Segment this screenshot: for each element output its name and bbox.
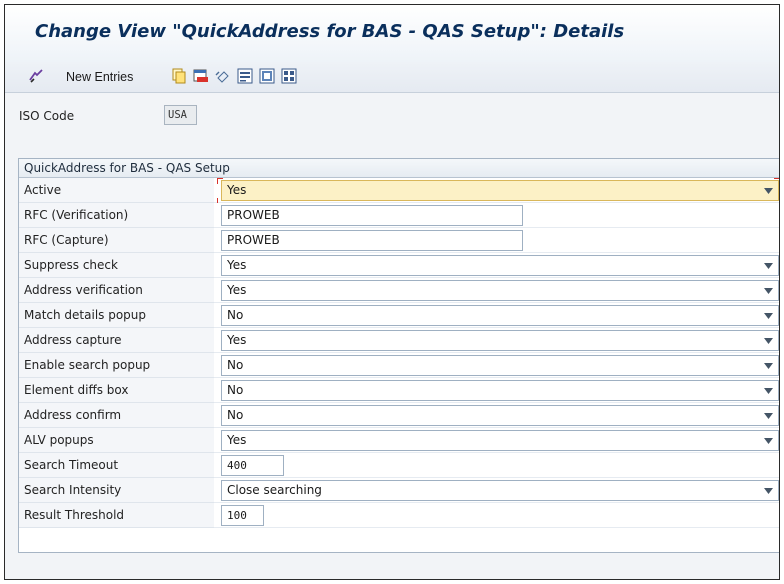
chevron-down-icon[interactable]: [764, 338, 773, 344]
chevron-down-icon[interactable]: [764, 363, 773, 369]
chevron-down-icon[interactable]: [764, 313, 773, 319]
address-capture-dropdown[interactable]: Yes: [221, 330, 779, 351]
label-address-confirm: Address confirm: [19, 403, 214, 428]
copy-icon[interactable]: [171, 68, 187, 84]
deselect-all-icon[interactable]: [281, 68, 297, 84]
active-value: Yes: [227, 183, 247, 197]
focus-corner-top-left: [217, 178, 223, 184]
page-title: Change View "QuickAddress for BAS - QAS …: [35, 21, 625, 42]
new-entries-button[interactable]: New Entries: [66, 70, 133, 84]
search-intensity-value: Close searching: [227, 483, 322, 497]
label-element-diffs-box: Element diffs box: [19, 378, 214, 403]
group-header: QuickAddress for BAS - QAS Setup: [19, 159, 779, 178]
search-timeout-input[interactable]: 400: [221, 455, 284, 476]
match-details-popup-value: No: [227, 308, 244, 322]
undo-icon[interactable]: [215, 68, 231, 84]
enable-search-popup-dropdown[interactable]: No: [221, 355, 779, 376]
suppress-check-value: Yes: [227, 258, 247, 272]
label-address-capture: Address capture: [19, 328, 214, 353]
chevron-down-icon[interactable]: [764, 188, 773, 194]
label-match-details-popup: Match details popup: [19, 303, 214, 328]
group-title: QuickAddress for BAS - QAS Setup: [24, 161, 230, 175]
chevron-down-icon[interactable]: [764, 488, 773, 494]
qas-setup-group: QuickAddress for BAS - QAS Setup Active …: [18, 158, 779, 553]
match-details-popup-dropdown[interactable]: No: [221, 305, 779, 326]
label-alv-popups: ALV popups: [19, 428, 214, 453]
address-verification-value: Yes: [227, 283, 247, 297]
title-bar: Change View "QuickAddress for BAS - QAS …: [5, 5, 779, 62]
chevron-down-icon[interactable]: [764, 288, 773, 294]
label-enable-search-popup: Enable search popup: [19, 353, 214, 378]
delete-icon[interactable]: [193, 68, 209, 84]
iso-code-field: USA: [164, 105, 197, 125]
chevron-down-icon[interactable]: [764, 263, 773, 269]
label-suppress-check: Suppress check: [19, 253, 214, 278]
enable-search-popup-value: No: [227, 358, 244, 372]
iso-code-label: ISO Code: [19, 109, 75, 123]
address-confirm-dropdown[interactable]: No: [221, 405, 779, 426]
select-all-icon[interactable]: [237, 68, 253, 84]
address-confirm-value: No: [227, 408, 244, 422]
rfc-capture-input[interactable]: PROWEB: [221, 230, 523, 251]
label-search-intensity: Search Intensity: [19, 478, 214, 503]
rfc-verification-input[interactable]: PROWEB: [221, 205, 523, 226]
chevron-down-icon[interactable]: [764, 413, 773, 419]
chevron-down-icon[interactable]: [764, 388, 773, 394]
address-verification-dropdown[interactable]: Yes: [221, 280, 779, 301]
sap-window: Change View "QuickAddress for BAS - QAS …: [4, 4, 780, 580]
row-bg: [214, 503, 779, 528]
label-rfc-verification: RFC (Verification): [19, 203, 214, 228]
alv-popups-value: Yes: [227, 433, 247, 447]
suppress-check-dropdown[interactable]: Yes: [221, 255, 779, 276]
chevron-down-icon[interactable]: [764, 438, 773, 444]
element-diffs-box-value: No: [227, 383, 244, 397]
alv-popups-dropdown[interactable]: Yes: [221, 430, 779, 451]
row-bg: [214, 453, 779, 478]
select-block-icon[interactable]: [259, 68, 275, 84]
application-toolbar: New Entries: [5, 62, 779, 93]
search-intensity-dropdown[interactable]: Close searching: [221, 480, 779, 501]
active-dropdown[interactable]: Yes: [221, 180, 779, 201]
label-search-timeout: Search Timeout: [19, 453, 214, 478]
display-change-icon[interactable]: [28, 68, 44, 84]
label-rfc-capture: RFC (Capture): [19, 228, 214, 253]
element-diffs-box-dropdown[interactable]: No: [221, 380, 779, 401]
label-active: Active: [19, 178, 214, 203]
result-threshold-input[interactable]: 100: [221, 505, 264, 526]
address-capture-value: Yes: [227, 333, 247, 347]
label-address-verification: Address verification: [19, 278, 214, 303]
focus-corner-top-right: [774, 178, 779, 184]
label-result-threshold: Result Threshold: [19, 503, 214, 528]
